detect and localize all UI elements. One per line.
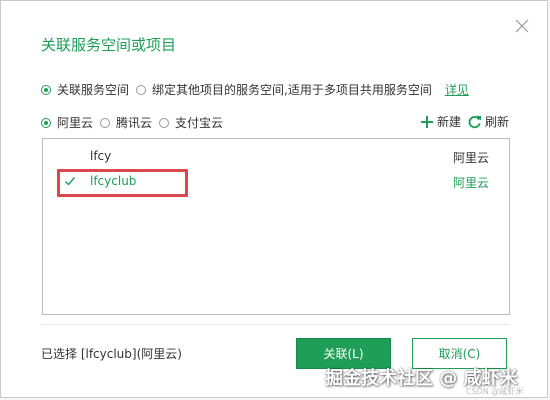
refresh-button[interactable]: 刷新 [467, 113, 509, 130]
details-link[interactable]: 详见 [445, 81, 469, 98]
provider-option-aliyun[interactable]: 阿里云 [41, 114, 93, 131]
radio-selected-icon[interactable] [41, 84, 51, 95]
plus-icon [421, 115, 433, 128]
space-provider: 阿里云 [452, 176, 489, 190]
provider-option-label: 支付宝云 [175, 116, 224, 130]
selection-status: 已选择 [lfcyclub](阿里云) [41, 347, 182, 361]
dialog-title: 关联服务空间或项目 [41, 36, 177, 54]
mode-option-label: 关联服务空间 [57, 83, 130, 97]
provider-option-label: 阿里云 [57, 116, 94, 130]
mode-option-bind-other[interactable]: 绑定其他项目的服务空间,适用于多项目共用服务空间 [136, 81, 432, 98]
cancel-button-label: 取消(C) [438, 347, 481, 361]
watermark-small: CSDN @咸虾米 [466, 387, 524, 396]
space-actions: 新建 刷新 [414, 113, 509, 130]
space-provider: 阿里云 [452, 151, 489, 165]
radio-icon[interactable] [136, 84, 147, 95]
mode-radio-group: 关联服务空间 绑定其他项目的服务空间,适用于多项目共用服务空间 详见 [41, 81, 469, 98]
refresh-label: 刷新 [485, 115, 510, 129]
dialog: 关联服务空间或项目 关联服务空间 绑定其他项目的服务空间,适用于多项目共用服务空… [0, 0, 548, 398]
link-button-label: 关联(L) [323, 347, 364, 361]
radio-icon[interactable] [159, 117, 170, 128]
new-space-button[interactable]: 新建 [420, 113, 461, 130]
mode-option-link-space[interactable]: 关联服务空间 [41, 81, 129, 98]
divider [41, 324, 510, 325]
new-label: 新建 [437, 115, 462, 129]
mode-option-label: 绑定其他项目的服务空间,适用于多项目共用服务空间 [152, 83, 432, 97]
refresh-icon [468, 115, 482, 129]
list-item[interactable]: lfcy 阿里云 [43, 145, 509, 169]
provider-option-tencent[interactable]: 腾讯云 [100, 114, 152, 131]
radio-selected-icon[interactable] [41, 117, 51, 128]
annotation-highlight-box [57, 169, 188, 197]
radio-icon[interactable] [100, 117, 111, 128]
provider-radio-group: 阿里云 腾讯云 支付宝云 [41, 114, 230, 131]
space-list[interactable]: lfcy 阿里云 lfcyclub 阿里云 [42, 138, 510, 315]
space-name: lfcy [90, 149, 112, 163]
provider-option-alipay[interactable]: 支付宝云 [159, 114, 223, 131]
close-icon[interactable] [513, 17, 531, 35]
provider-option-label: 腾讯云 [116, 116, 153, 130]
